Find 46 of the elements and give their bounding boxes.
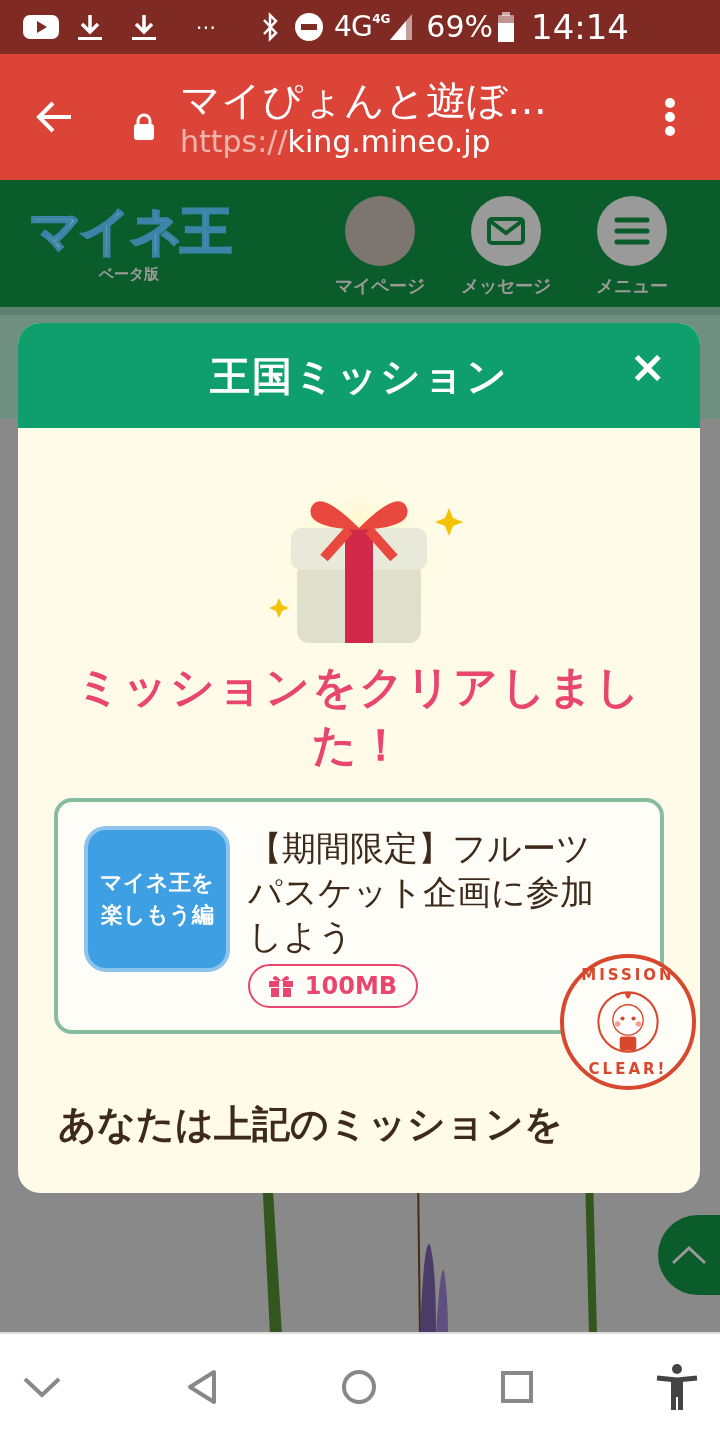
mail-icon — [471, 196, 541, 266]
chevron-up-icon — [671, 1245, 707, 1265]
video-app-icon — [22, 13, 60, 41]
chevron-down-icon — [22, 1375, 62, 1399]
do-not-disturb-icon — [294, 12, 324, 42]
site-logo[interactable]: マイネ王 — [28, 201, 230, 262]
download-icon — [130, 12, 158, 42]
lock-icon — [132, 113, 156, 141]
stamp-text: CLEAR! — [588, 1060, 668, 1078]
battery-icon — [497, 12, 515, 42]
logo-caption: ベータ版 — [99, 264, 159, 286]
notification-dots: ⋯ — [196, 17, 216, 37]
menu-icon — [597, 196, 667, 266]
success-heading: ミッションをクリアしました！ — [74, 660, 644, 772]
recent-apps-button[interactable] — [500, 1371, 533, 1403]
nav-messages-button[interactable]: メッセージ — [446, 196, 566, 299]
scroll-to-top-button[interactable] — [658, 1215, 720, 1295]
battery-percent: 69% — [426, 12, 493, 42]
close-button[interactable]: × — [629, 345, 666, 389]
url-text[interactable]: https://king.mineo.jp — [180, 125, 620, 159]
bluetooth-icon — [260, 11, 280, 43]
network-type-small: 4G — [372, 13, 391, 25]
mascot-drawing — [597, 991, 659, 1053]
page-title: マイぴょんと遊ぼ… — [180, 76, 548, 125]
dialog-title: 王国ミッション — [209, 351, 509, 401]
gift-icon — [268, 975, 293, 997]
result-message: あなたは上記のミッションを — [57, 1101, 564, 1148]
accessibility-button[interactable] — [656, 1364, 698, 1410]
accessibility-icon — [656, 1364, 698, 1410]
back-nav-button[interactable] — [185, 1369, 218, 1405]
clock: 14:14 — [531, 10, 629, 44]
nav-my-page-button[interactable]: マイページ — [320, 196, 440, 299]
home-circle-icon — [341, 1369, 377, 1405]
signal-icon — [390, 14, 413, 40]
back-arrow-icon — [35, 100, 73, 134]
reward-tag: 100MB — [248, 964, 418, 1008]
hide-keyboard-button[interactable] — [22, 1375, 62, 1399]
download-icon — [76, 12, 104, 42]
network-type: 4G — [334, 13, 373, 41]
recent-apps-icon — [500, 1371, 533, 1403]
nav-menu-button[interactable]: メニュー — [572, 196, 692, 299]
mission-title: 【期間限定】フルーツ パスケット企画に参加 しよう — [248, 827, 594, 958]
home-button[interactable] — [341, 1369, 377, 1405]
back-triangle-icon — [185, 1369, 218, 1405]
category-badge: マイネ王を楽しもう編 — [84, 826, 230, 972]
more-options-icon — [664, 97, 676, 137]
